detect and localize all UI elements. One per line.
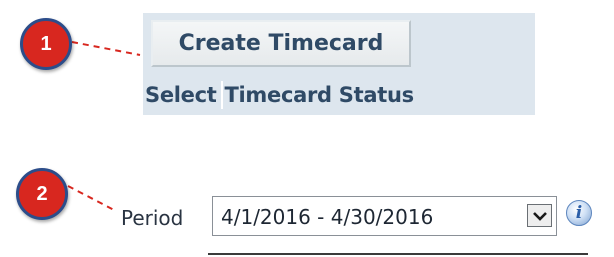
callout-1-leader	[71, 41, 141, 56]
column-header-timecard-status[interactable]: Timecard Status	[225, 83, 415, 107]
period-underline	[208, 253, 588, 255]
callout-badge-2: 2	[16, 168, 68, 220]
column-divider	[220, 81, 223, 109]
callout-badge-1: 1	[20, 18, 72, 70]
column-header-select[interactable]: Select	[143, 83, 217, 107]
create-timecard-button[interactable]: Create Timecard	[151, 20, 411, 67]
period-select[interactable]: 4/1/2016 - 4/30/2016	[212, 196, 557, 236]
timecard-table-header: Select Timecard Status	[143, 79, 535, 111]
timecard-panel: Create Timecard Select Timecard Status	[143, 13, 535, 115]
callout-2-leader	[67, 185, 117, 212]
chevron-down-icon[interactable]	[527, 204, 552, 227]
period-label: Period	[121, 206, 184, 230]
period-selected-value: 4/1/2016 - 4/30/2016	[221, 205, 434, 229]
info-icon[interactable]: i	[566, 200, 592, 226]
